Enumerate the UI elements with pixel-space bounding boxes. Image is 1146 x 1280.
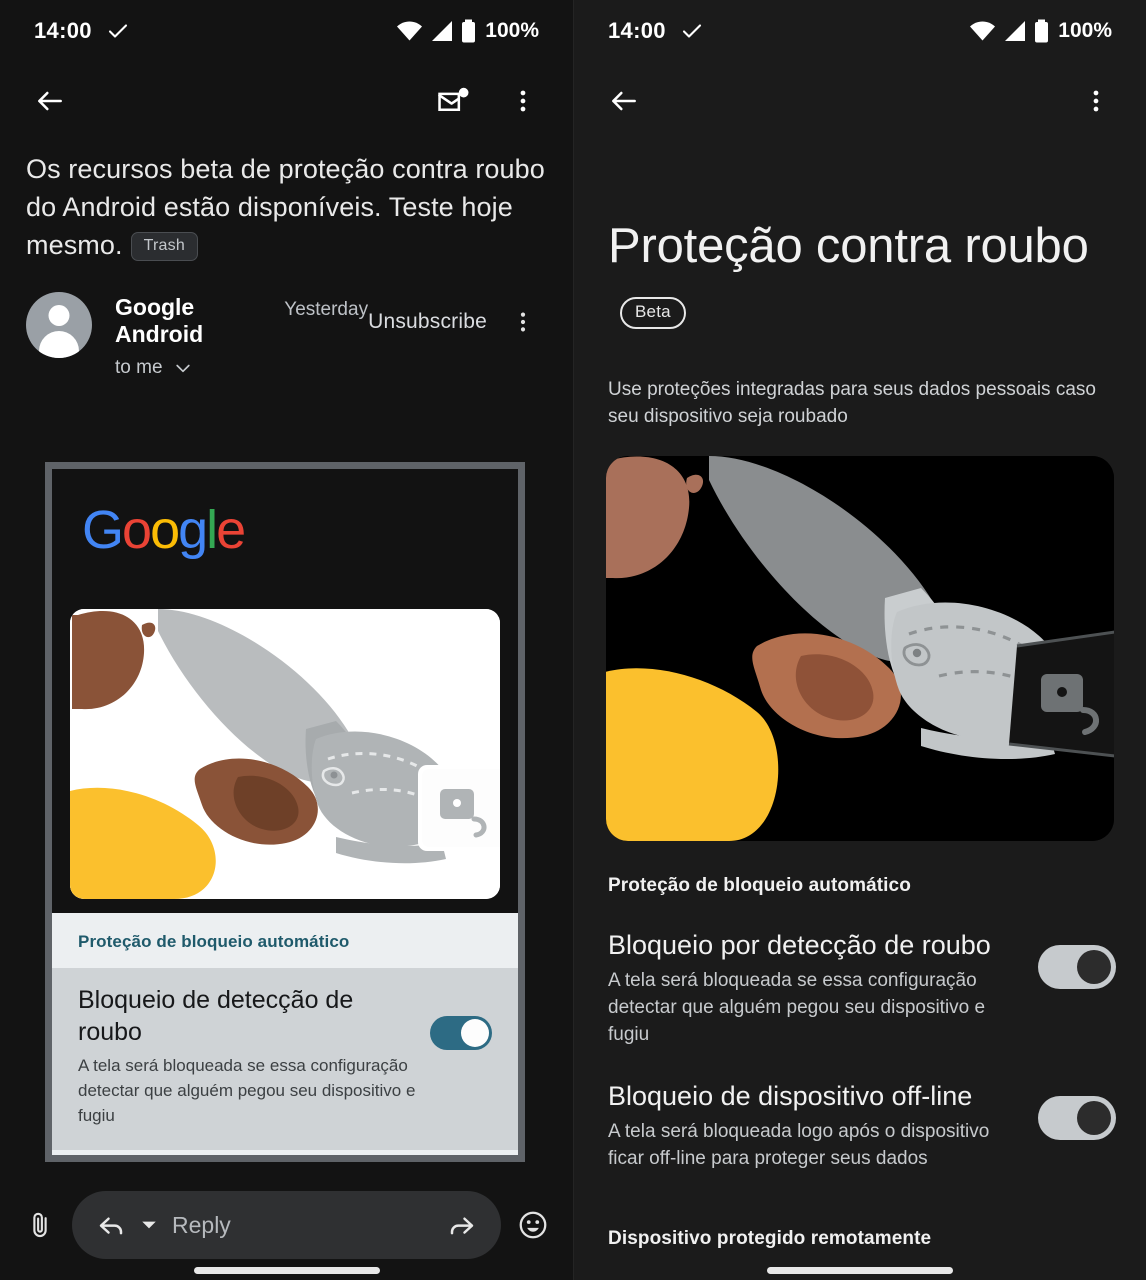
list-item-title: Bloqueio por detecção de roubo (608, 930, 991, 960)
gmail-app-bar-actions (429, 77, 547, 125)
email-subject-block: Os recursos beta de proteção contra roub… (0, 140, 573, 264)
status-bar-right: 100% (396, 19, 539, 43)
list-item[interactable]: Bloqueio de detecção de roubo A tela ser… (52, 968, 518, 1150)
more-vert-icon[interactable] (499, 77, 547, 125)
emoji-smiley-icon[interactable] (509, 1201, 557, 1249)
list-item[interactable]: Bloqueio de dispositivo off-line A tela … (574, 1048, 1146, 1172)
list-item[interactable]: Bloqueio por detecção de roubo A tela se… (574, 897, 1146, 1048)
right-phone-panel-settings: 14:00 100% Proteção contra rouboBeta Use… (573, 0, 1146, 1280)
google-logo: Google (82, 500, 246, 560)
page-description: Use proteções integradas para seus dados… (608, 379, 1096, 427)
dual-screenshot-container: 14:00 100% Os recursos beta de proteção … (0, 0, 1146, 1280)
battery-icon (1034, 19, 1049, 43)
embedded-section-header: Proteção de bloqueio automático (78, 932, 350, 951)
email-subject-text: Os recursos beta de proteção contra roub… (26, 154, 545, 260)
page-title-text: Proteção contra roubo (608, 219, 1089, 273)
sender-primary-line: Google Android Yesterday (115, 294, 368, 348)
email-body-inner: Google Proteção de bloqueio automático B… (52, 469, 518, 1155)
list-item-subtitle: A tela será bloqueada se essa configuraç… (78, 1056, 416, 1125)
status-badge[interactable]: Trash (130, 232, 198, 261)
paperclip-icon[interactable] (16, 1201, 64, 1249)
wifi-icon (969, 20, 996, 42)
email-sender-row: Google Android Yesterday to me Unsubscri… (0, 264, 573, 379)
status-bar: 14:00 100% (0, 0, 573, 62)
battery-icon (461, 19, 476, 43)
status-bar-left: 14:00 (34, 18, 130, 44)
cellular-signal-icon (1003, 20, 1027, 42)
gesture-nav-pill[interactable] (193, 1267, 380, 1274)
theft-protection-illustration-light (70, 609, 500, 899)
status-bar-left: 14:00 (608, 18, 704, 44)
list-item-text: Bloqueio de dispositivo off-line A tela … (608, 1078, 1020, 1172)
status-bar: 14:00 100% (574, 0, 1146, 62)
list-item-subtitle: A tela será bloqueada logo após o dispos… (608, 1121, 990, 1169)
toggle-theft-detection-lock[interactable] (430, 1016, 492, 1050)
recipient-label: to me (115, 357, 163, 378)
left-phone-panel-gmail: 14:00 100% Os recursos beta de proteção … (0, 0, 573, 1280)
check-icon (680, 19, 704, 43)
list-item-subtitle: A tela será bloqueada se essa configuraç… (608, 970, 986, 1045)
sender-name: Google Android (115, 294, 204, 347)
reply-placeholder-label: Reply (172, 1211, 231, 1238)
list-item-title: Bloqueio de detecção de roubo (78, 986, 354, 1046)
gesture-nav-pill[interactable] (767, 1267, 953, 1274)
email-header-actions: Unsubscribe (368, 292, 547, 346)
settings-section-header: Proteção de bloqueio automático (608, 875, 911, 896)
embedded-settings-list: Proteção de bloqueio automático Bloqueio… (52, 913, 518, 1155)
back-arrow-icon[interactable] (26, 77, 74, 125)
avatar[interactable] (26, 292, 92, 358)
email-body-card: Google Proteção de bloqueio automático B… (45, 462, 525, 1162)
email-brand-header: Google (52, 469, 518, 591)
battery-percent-label: 100% (485, 19, 539, 42)
cellular-signal-icon (430, 20, 454, 42)
theft-protection-illustration-dark (606, 456, 1114, 841)
beta-badge: Beta (620, 297, 686, 329)
caret-down-icon[interactable] (140, 1216, 158, 1234)
back-arrow-icon[interactable] (600, 77, 648, 125)
more-vert-icon[interactable] (1072, 77, 1120, 125)
unsubscribe-button[interactable]: Unsubscribe (368, 310, 487, 334)
more-vert-icon[interactable] (499, 298, 547, 346)
toggle-theft-detection-lock[interactable] (1038, 945, 1116, 989)
status-bar-right: 100% (969, 19, 1112, 43)
email-date: Yesterday (284, 299, 369, 320)
sender-meta: Google Android Yesterday to me (115, 292, 368, 379)
list-item-text: Bloqueio por detecção de roubo A tela se… (608, 927, 1020, 1048)
check-icon (106, 19, 130, 43)
reply-bar: Reply (0, 1170, 573, 1280)
list-item-text: Bloqueio de detecção de roubo A tela ser… (78, 984, 416, 1128)
settings-section-header-remote: Dispositivo protegido remotamente (608, 1228, 932, 1249)
forward-arrow-icon[interactable] (447, 1210, 477, 1240)
list-item-cutoff[interactable]: Bloqueio remoto (574, 1250, 1146, 1280)
toggle-offline-device-lock[interactable] (1038, 1096, 1116, 1140)
gmail-app-bar (0, 62, 573, 140)
page-title: Proteção contra roubo Beta (574, 140, 1146, 348)
mark-unread-icon[interactable] (429, 77, 477, 125)
settings-app-bar (574, 62, 1146, 140)
list-item-title: Bloqueio de dispositivo off-line (608, 1081, 973, 1111)
chevron-down-icon[interactable] (173, 358, 193, 378)
status-bar-clock: 14:00 (608, 18, 666, 43)
reply-arrow-icon[interactable] (96, 1210, 126, 1240)
wifi-icon (396, 20, 423, 42)
status-bar-clock: 14:00 (34, 18, 92, 43)
recipient-row[interactable]: to me (115, 357, 368, 379)
battery-percent-label: 100% (1058, 19, 1112, 42)
reply-input-field[interactable]: Reply (72, 1191, 501, 1259)
